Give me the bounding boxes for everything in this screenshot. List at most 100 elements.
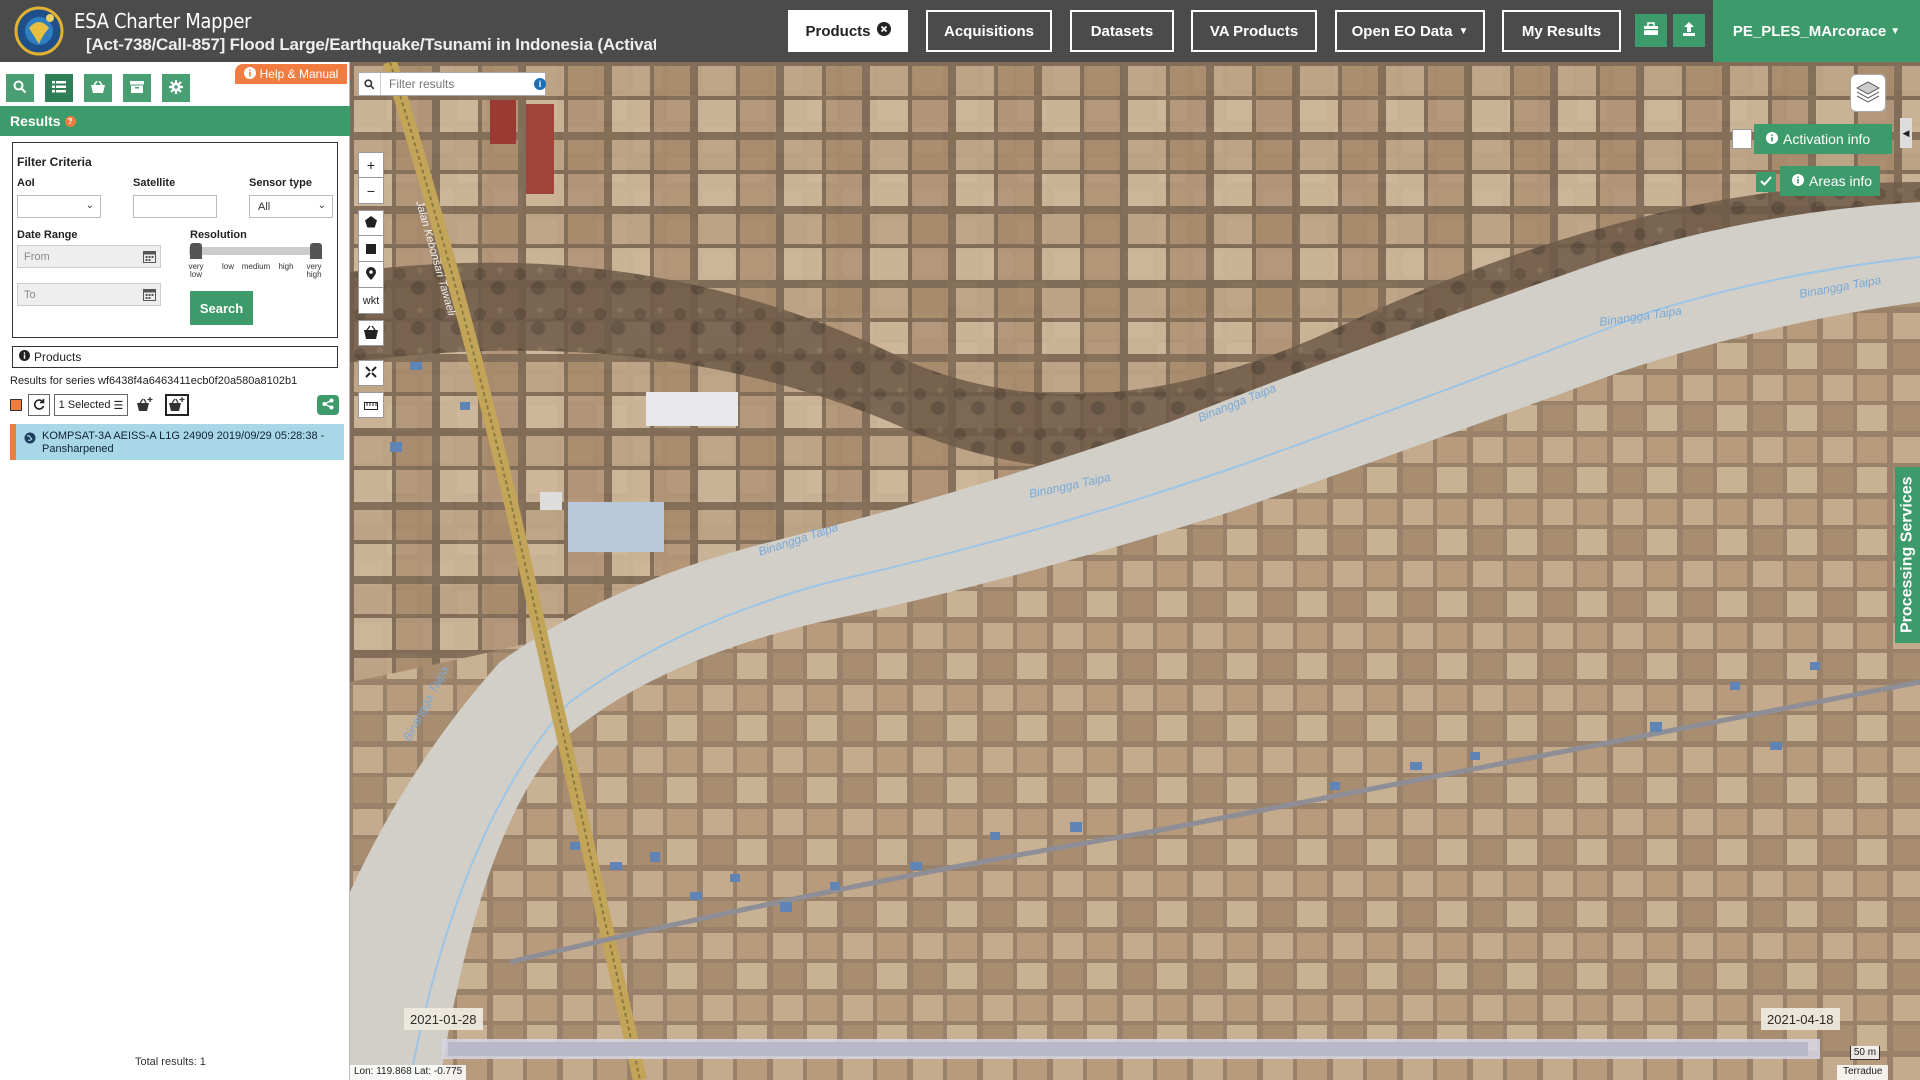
products-header[interactable]: Products (12, 346, 338, 368)
user-menu[interactable]: PE_PLES_MArcorace ▼ (1713, 0, 1920, 62)
date-to-input[interactable]: To (17, 283, 161, 306)
tab-results-list[interactable] (45, 74, 73, 102)
list-icon (52, 80, 66, 96)
chevron-down-icon: ⌄ (317, 200, 326, 211)
resolution-handle-min[interactable] (190, 243, 202, 259)
search-button[interactable]: Search (190, 291, 253, 325)
list-toolbar: 1 Selected ☰ (10, 393, 340, 417)
satellite-input[interactable] (133, 195, 217, 218)
search-icon (13, 80, 27, 97)
info-icon[interactable]: i (534, 78, 546, 90)
pentagon-icon (365, 215, 377, 231)
chevron-left-icon: ◀ (1902, 127, 1910, 138)
filter-title: Filter Criteria (17, 155, 92, 169)
collapse-right-panel-button[interactable]: ◀ (1900, 118, 1912, 148)
nav-acquisitions-label: Acquisitions (943, 22, 1034, 40)
upload-icon (1681, 21, 1697, 40)
processing-services-tab[interactable]: Processing Services (1895, 467, 1920, 643)
ruler-icon (364, 397, 378, 413)
check-icon (1760, 175, 1772, 189)
resolution-label: Resolution (190, 229, 247, 241)
areas-info-button[interactable]: Areas info (1780, 166, 1880, 196)
nav-open-eo-data[interactable]: Open EO Data ▼ (1335, 10, 1485, 52)
nav-acquisitions[interactable]: Acquisitions (926, 10, 1052, 52)
res-tick-high: high (278, 262, 294, 271)
measure-button[interactable] (358, 392, 384, 418)
globe-icon (24, 432, 36, 444)
areas-info-checkbox[interactable] (1756, 172, 1776, 192)
basket-icon (91, 80, 105, 96)
satellite-imagery[interactable]: Binangga Taipa Binangga Taipa Binangga T… (350, 62, 1920, 1080)
resolution-slider[interactable] (189, 247, 313, 255)
calendar-icon[interactable] (143, 250, 156, 263)
date-range-label: Date Range (17, 229, 78, 241)
briefcase-button[interactable] (1635, 14, 1667, 47)
cursor-coordinates: Lon: 119.868 Lat: -0.775 (350, 1065, 467, 1080)
map-marker-icon (366, 266, 376, 283)
selected-menu-button[interactable]: 1 Selected ☰ (54, 394, 128, 416)
satellite-label: Satellite (133, 177, 176, 189)
plus-icon: + (366, 157, 376, 173)
nav-datasets[interactable]: Datasets (1070, 10, 1174, 52)
nav-products[interactable]: Products (788, 10, 908, 52)
map-view[interactable]: Binangga Taipa Binangga Taipa Binangga T… (350, 62, 1920, 1080)
layers-button[interactable] (1850, 74, 1886, 112)
select-all-checkbox[interactable] (10, 399, 22, 411)
timeline-range[interactable] (448, 1042, 1808, 1056)
nav-datasets-label: Datasets (1090, 22, 1154, 40)
draw-point-button[interactable] (358, 262, 384, 288)
zoom-out-button[interactable]: − (358, 178, 384, 204)
date-from-placeholder: From (24, 250, 50, 263)
briefcase-icon (1643, 22, 1659, 39)
fullscreen-button[interactable] (358, 360, 384, 386)
activation-info-label: Activation info (1783, 131, 1871, 147)
question-icon[interactable]: ? (64, 115, 76, 127)
products-header-label: Products (34, 350, 82, 364)
res-tick-very-high: very high (306, 262, 322, 279)
res-tick-medium: medium (241, 262, 271, 271)
activation-info-checkbox[interactable] (1732, 129, 1752, 149)
share-button[interactable] (317, 395, 339, 415)
add-to-basket-button[interactable] (134, 394, 156, 416)
filter-results-input[interactable] (381, 77, 521, 91)
date-to-placeholder: To (24, 288, 36, 301)
expand-icon (365, 365, 377, 381)
aoi-select[interactable]: ⌄ (17, 195, 101, 218)
square-icon (366, 241, 376, 257)
result-list-item[interactable]: KOMPSAT-3A AEISS-A L1G 24909 2019/09/29 … (10, 424, 344, 460)
caret-down-icon: ▼ (1890, 25, 1901, 37)
tab-search[interactable] (6, 74, 34, 102)
zoom-in-button[interactable]: + (358, 152, 384, 178)
upload-button[interactable] (1673, 14, 1705, 47)
tab-archive[interactable] (123, 74, 151, 102)
esa-charter-logo[interactable] (12, 6, 66, 56)
sensor-type-select[interactable]: All ⌄ (249, 195, 333, 218)
info-circle-icon (19, 350, 30, 364)
draw-rectangle-button[interactable] (358, 236, 384, 262)
top-header: ESA Charter Mapper [Act-738/Call-857] Fl… (0, 0, 1920, 62)
nav-my-results[interactable]: My Results (1502, 10, 1621, 52)
basket-selected-button[interactable] (165, 394, 189, 416)
resolution-handle-max[interactable] (310, 243, 322, 259)
map-attribution: Terradue (1837, 1065, 1889, 1080)
tab-basket[interactable] (84, 74, 112, 102)
basket-add-icon (137, 396, 153, 414)
date-from-input[interactable]: From (17, 245, 161, 268)
share-icon (322, 398, 334, 413)
close-circle-icon[interactable] (876, 22, 891, 40)
draw-polygon-button[interactable] (358, 210, 384, 236)
info-circle-icon (1792, 173, 1804, 189)
wkt-button[interactable]: wkt (358, 288, 384, 314)
calendar-icon[interactable] (143, 288, 156, 301)
refresh-button[interactable] (28, 394, 50, 416)
caret-down-icon: ▼ (1458, 25, 1469, 37)
tab-settings[interactable] (162, 74, 190, 102)
activation-info-button[interactable]: Activation info (1754, 124, 1892, 154)
nav-va-products[interactable]: VA Products (1191, 10, 1317, 52)
res-tick-very-low: very low (188, 262, 204, 279)
layers-icon (1855, 80, 1881, 107)
help-manual-button[interactable]: Help & Manual (235, 64, 347, 84)
nav-open-eo-data-label: Open EO Data (1351, 22, 1453, 40)
basket-map-button[interactable] (358, 320, 384, 346)
res-tick-low: low (221, 262, 234, 271)
